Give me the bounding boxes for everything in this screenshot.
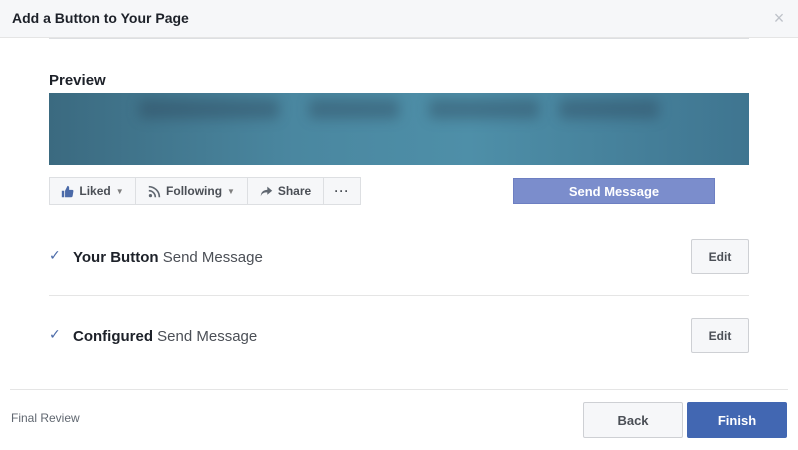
- dialog-header: Add a Button to Your Page ×: [0, 0, 798, 38]
- preview-heading: Preview: [49, 72, 106, 89]
- review-row-text: Configured Send Message: [73, 328, 257, 345]
- review-row-text: Your Button Send Message: [73, 249, 263, 266]
- dialog-title: Add a Button to Your Page: [12, 10, 189, 26]
- review-row-title: Your Button: [73, 249, 159, 266]
- step-label: Final Review: [11, 411, 80, 425]
- review-row-configured: ✓ Configured Send Message Edit: [49, 306, 749, 366]
- edit-button[interactable]: Edit: [691, 318, 749, 353]
- review-row-title: Configured: [73, 328, 153, 345]
- following-button[interactable]: Following ▼: [136, 178, 248, 204]
- share-arrow-icon: [260, 185, 273, 198]
- close-icon[interactable]: ×: [770, 9, 788, 27]
- page-action-bar: Liked ▼ Following ▼ Share ···: [49, 177, 361, 205]
- review-row-value: Send Message: [157, 328, 258, 345]
- checkmark-icon: ✓: [49, 247, 61, 263]
- liked-button[interactable]: Liked ▼: [50, 178, 136, 204]
- add-button-dialog: Add a Button to Your Page × Preview Like…: [0, 0, 798, 450]
- share-label: Share: [277, 184, 312, 198]
- following-label: Following: [166, 184, 223, 198]
- edit-button[interactable]: Edit: [691, 239, 749, 274]
- review-row-your-button: ✓ Your Button Send Message Edit: [49, 227, 749, 296]
- liked-label: Liked: [79, 184, 111, 198]
- share-button[interactable]: Share: [248, 178, 324, 204]
- send-message-preview-button[interactable]: Send Message: [513, 178, 715, 204]
- review-row-value: Send Message: [162, 249, 263, 266]
- footer-divider: [10, 389, 788, 390]
- caret-down-icon: ▼: [227, 186, 235, 196]
- caret-down-icon: ▼: [115, 186, 124, 196]
- finish-button[interactable]: Finish: [687, 402, 787, 438]
- cover-photo-preview: [49, 93, 749, 165]
- more-icon[interactable]: ···: [324, 178, 360, 204]
- rss-icon: [148, 185, 161, 198]
- checkmark-icon: ✓: [49, 326, 61, 342]
- divider: [49, 38, 749, 39]
- thumbs-up-icon: [61, 185, 74, 198]
- back-button[interactable]: Back: [583, 402, 683, 438]
